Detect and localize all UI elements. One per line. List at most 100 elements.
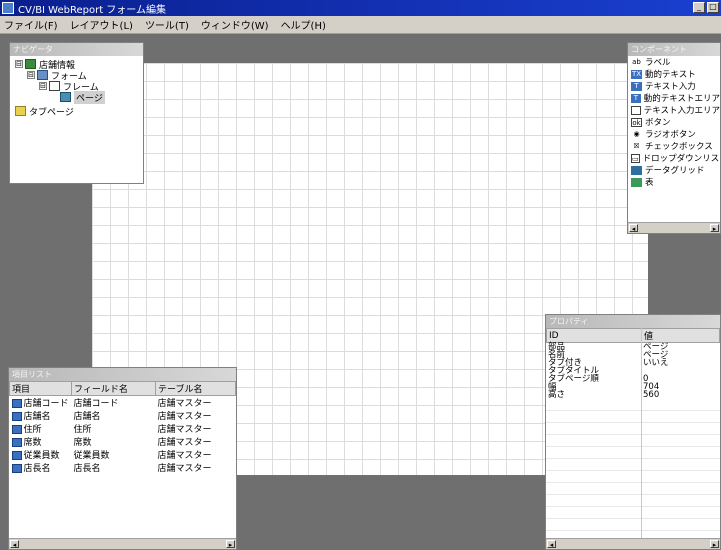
menu-layout[interactable]: レイアウト(L)	[70, 17, 133, 32]
property-value[interactable]: 560	[641, 391, 720, 400]
palette-item[interactable]: テキスト入力エリア	[628, 104, 720, 116]
menu-tools[interactable]: ツール(T)	[145, 17, 189, 32]
collapse-toggle-icon[interactable]: ⊟	[15, 60, 23, 68]
table-cell: 店長名	[10, 461, 72, 474]
column-header-table-name[interactable]: テーブル名	[155, 381, 236, 396]
cell-text: 席数	[23, 438, 42, 448]
field-icon	[11, 399, 22, 408]
component-icon: T	[631, 93, 641, 103]
menu-file[interactable]: ファイル(F)	[4, 17, 58, 32]
navigator-title: ナビゲータ	[10, 43, 143, 56]
properties-title: プロパティ	[546, 315, 720, 328]
empty-property-row	[546, 459, 720, 471]
table-cell: 席数	[10, 435, 72, 448]
empty-property-row	[546, 435, 720, 447]
property-row[interactable]: 部品 ページ	[546, 343, 720, 352]
column-header-value[interactable]: 値	[641, 328, 720, 343]
properties-empty-rows	[546, 399, 720, 531]
component-icon: ▭	[631, 153, 640, 163]
tree-node[interactable]: ページ	[60, 90, 105, 104]
table-cell: 店舗マスター	[156, 396, 236, 409]
component-icon: ☒	[633, 141, 640, 150]
cell-text: 住所	[23, 425, 42, 435]
restore-button[interactable]: □	[707, 2, 719, 13]
frame-icon	[49, 81, 60, 91]
property-row[interactable]: タブページ順 0	[546, 375, 720, 384]
property-value[interactable]: いいえ	[641, 359, 720, 368]
property-row[interactable]: 幅 704	[546, 383, 720, 392]
menu-bar: ファイル(F) レイアウト(L) ツール(T) ウィンドウ(W) ヘルプ(H)	[0, 16, 721, 34]
table-cell: 店舗コード	[72, 396, 156, 409]
table-cell: 店舗名	[10, 409, 72, 422]
palette-scrollbar[interactable]: ◂ ▸	[628, 222, 720, 233]
empty-property-row	[546, 519, 720, 531]
cell-text: 店舗マスター	[157, 425, 212, 435]
scroll-right-icon[interactable]: ▸	[710, 224, 719, 233]
palette-item[interactable]: T 動的テキストエリア	[628, 92, 720, 104]
properties-scrollbar[interactable]: ◂ ▸	[546, 538, 720, 549]
column-header-item[interactable]: 項目	[9, 381, 72, 396]
table-row[interactable]: 従業員数 従業員数 店舗マスター	[10, 448, 236, 461]
window-title: CV/BI WebReport フォーム編集	[18, 4, 167, 16]
folder-icon	[15, 106, 26, 116]
empty-property-row	[546, 471, 720, 483]
property-row[interactable]: 高さ 560	[546, 391, 720, 400]
palette-item-label: ラベル	[645, 58, 671, 68]
empty-property-row	[546, 447, 720, 459]
field-icon	[11, 438, 22, 447]
table-row[interactable]: 店舗名 店舗名 店舗マスター	[10, 409, 236, 422]
table-cell: 従業員数	[72, 448, 156, 461]
component-icon: TX	[631, 69, 642, 79]
palette-item[interactable]: ☒ チェックボックス	[628, 140, 720, 153]
palette-item[interactable]: ab ラベル	[628, 56, 720, 69]
palette-item[interactable]: TX 動的テキスト	[628, 68, 720, 80]
menu-help[interactable]: ヘルプ(H)	[281, 17, 326, 32]
scroll-left-icon[interactable]: ◂	[629, 224, 638, 233]
title-bar: CV/BI WebReport フォーム編集 _ □	[0, 0, 721, 16]
collapse-toggle-icon[interactable]: ⊟	[27, 71, 35, 79]
palette-item-label: 表	[645, 178, 654, 188]
scroll-left-icon[interactable]: ◂	[10, 540, 19, 549]
table-row[interactable]: 住所 住所 店舗マスター	[10, 422, 236, 435]
scroll-right-icon[interactable]: ▸	[226, 540, 235, 549]
minimize-button[interactable]: _	[693, 2, 705, 13]
table-row[interactable]: 店長名 店長名 店舗マスター	[10, 461, 236, 474]
palette-item-label: 動的テキストエリア	[643, 94, 720, 104]
palette-item-label: テキスト入力	[645, 82, 696, 92]
table-row[interactable]: 席数 席数 店舗マスター	[10, 435, 236, 448]
field-list-scrollbar[interactable]: ◂ ▸	[9, 538, 236, 549]
palette-item[interactable]: ok ボタン	[628, 116, 720, 128]
component-icon	[631, 105, 641, 115]
tree-node[interactable]: タブページ	[15, 105, 74, 118]
column-header-field-name[interactable]: フィールド名	[71, 381, 156, 396]
table-cell: 店舗名	[72, 409, 156, 422]
menu-window[interactable]: ウィンドウ(W)	[201, 17, 269, 32]
field-list-table: 項目 フィールド名 テーブル名 店舗コード 店舗コード 店舗マスター 店舗名 店舗名 店舗…	[9, 381, 236, 474]
table-cell: 店舗マスター	[156, 422, 236, 435]
field-icon	[11, 425, 22, 434]
cell-text: 席数	[73, 438, 92, 448]
collapse-toggle-icon[interactable]: ⊟	[39, 82, 47, 90]
cell-text: 店舗コード	[23, 399, 69, 409]
palette-item[interactable]: ▭ ドロップダウンリスト	[628, 152, 721, 164]
palette-item[interactable]: T テキスト入力	[628, 80, 720, 92]
cell-text: 店長名	[23, 464, 51, 474]
palette-item-label: ボタン	[645, 118, 671, 128]
field-icon	[11, 412, 22, 421]
cell-text: 店舗コード	[73, 399, 119, 409]
palette-item-label: ドロップダウンリスト	[642, 154, 721, 164]
palette-item[interactable]: データグリッド	[628, 164, 720, 176]
palette-item[interactable]: ◉ ラジオボタン	[628, 128, 720, 141]
field-icon	[11, 464, 22, 473]
app-icon	[2, 2, 14, 14]
cell-text: 店舗マスター	[157, 464, 212, 474]
scroll-right-icon[interactable]: ▸	[710, 540, 719, 549]
palette-title: コンポーネント	[628, 43, 720, 56]
scroll-left-icon[interactable]: ◂	[547, 540, 556, 549]
property-value[interactable]	[641, 367, 720, 375]
form-icon	[37, 70, 48, 80]
empty-property-row	[546, 495, 720, 507]
column-header-id[interactable]: ID	[546, 328, 642, 343]
palette-item[interactable]: 表	[628, 176, 720, 188]
table-row[interactable]: 店舗コード 店舗コード 店舗マスター	[10, 396, 236, 409]
